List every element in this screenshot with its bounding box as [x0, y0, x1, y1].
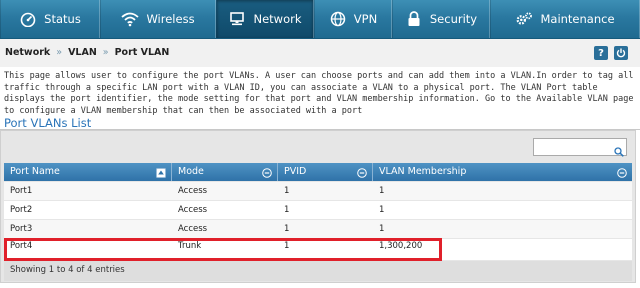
cell-pvid: 1 — [284, 205, 290, 215]
page-title: Port VLANs List — [4, 116, 92, 130]
breadcrumb-vlan[interactable]: VLAN — [68, 47, 97, 58]
gears-icon — [515, 10, 533, 28]
sort-up-icon[interactable] — [156, 167, 166, 178]
breadcrumb: Network » VLAN » Port VLAN — [5, 47, 169, 58]
column-header-label: Port Name — [10, 166, 60, 177]
breadcrumb-bar: Network » VLAN » Port VLAN — [0, 39, 640, 67]
sort-icon[interactable] — [262, 167, 272, 178]
cell-mode: Access — [178, 186, 208, 196]
breadcrumb-separator: » — [56, 47, 63, 58]
search-input[interactable] — [536, 144, 612, 160]
sort-icon[interactable] — [617, 167, 627, 178]
page-description: This page allows user to configure the p… — [4, 71, 634, 116]
tab-status[interactable]: Status — [0, 0, 100, 38]
monitor-icon — [228, 10, 246, 28]
tab-security[interactable]: Security — [392, 0, 490, 38]
column-header-pvid[interactable]: PVID — [278, 163, 373, 181]
column-header-label: PVID — [284, 166, 307, 177]
table-row[interactable]: Port1 Access 1 1 — [4, 182, 632, 200]
tab-network-label: Network — [253, 12, 302, 26]
lock-icon — [405, 10, 423, 28]
tab-wireless-label: Wireless — [146, 12, 195, 26]
tab-security-label: Security — [429, 12, 478, 26]
cell-pvid: 1 — [284, 186, 290, 196]
sort-icon[interactable] — [357, 167, 367, 178]
column-header-port-name[interactable]: Port Name — [4, 163, 172, 181]
tab-vpn[interactable]: VPN — [314, 0, 392, 38]
table-row[interactable]: Port2 Access 1 1 — [4, 201, 632, 219]
search-icon[interactable] — [614, 142, 624, 157]
help-icon: ? — [598, 47, 604, 59]
cell-port-name: Port3 — [10, 224, 33, 234]
table-footer: Showing 1 to 4 of 4 entries — [4, 261, 632, 281]
tab-maintenance[interactable]: Maintenance — [490, 0, 640, 38]
entries-count: Showing 1 to 4 of 4 entries — [10, 265, 125, 275]
highlight-box — [4, 238, 442, 261]
cell-port-name: Port1 — [10, 186, 33, 196]
table-row[interactable]: Port3 Access 1 1 — [4, 220, 632, 238]
table-header: Port Name Mode PVID VLAN Membership — [4, 163, 632, 181]
column-header-label: VLAN Membership — [379, 166, 467, 177]
tab-vpn-label: VPN — [353, 12, 378, 26]
cell-vlan-membership: 1 — [379, 205, 385, 215]
wifi-icon — [121, 10, 140, 28]
speedometer-icon — [19, 10, 37, 28]
logout-button[interactable] — [614, 46, 628, 60]
cell-mode: Access — [178, 205, 208, 215]
help-button[interactable]: ? — [594, 46, 608, 60]
tab-status-label: Status — [44, 12, 81, 26]
tab-maintenance-label: Maintenance — [540, 12, 615, 26]
cell-pvid: 1 — [284, 224, 290, 234]
cell-vlan-membership: 1 — [379, 224, 385, 234]
cell-mode: Access — [178, 224, 208, 234]
breadcrumb-separator: » — [102, 47, 109, 58]
tab-network[interactable]: Network — [216, 0, 314, 38]
tab-wireless[interactable]: Wireless — [100, 0, 216, 38]
cell-vlan-membership: 1 — [379, 186, 385, 196]
power-icon — [616, 48, 626, 58]
globe-icon — [329, 10, 347, 28]
search-field[interactable] — [533, 138, 627, 160]
breadcrumb-port-vlan: Port VLAN — [114, 47, 170, 58]
column-header-vlan-membership[interactable]: VLAN Membership — [373, 163, 632, 181]
breadcrumb-network[interactable]: Network — [5, 47, 50, 58]
column-header-mode[interactable]: Mode — [172, 163, 278, 181]
top-nav: Status Wireless Network VPN Security Mai… — [0, 0, 640, 39]
column-header-label: Mode — [178, 166, 204, 177]
cell-port-name: Port2 — [10, 205, 33, 215]
